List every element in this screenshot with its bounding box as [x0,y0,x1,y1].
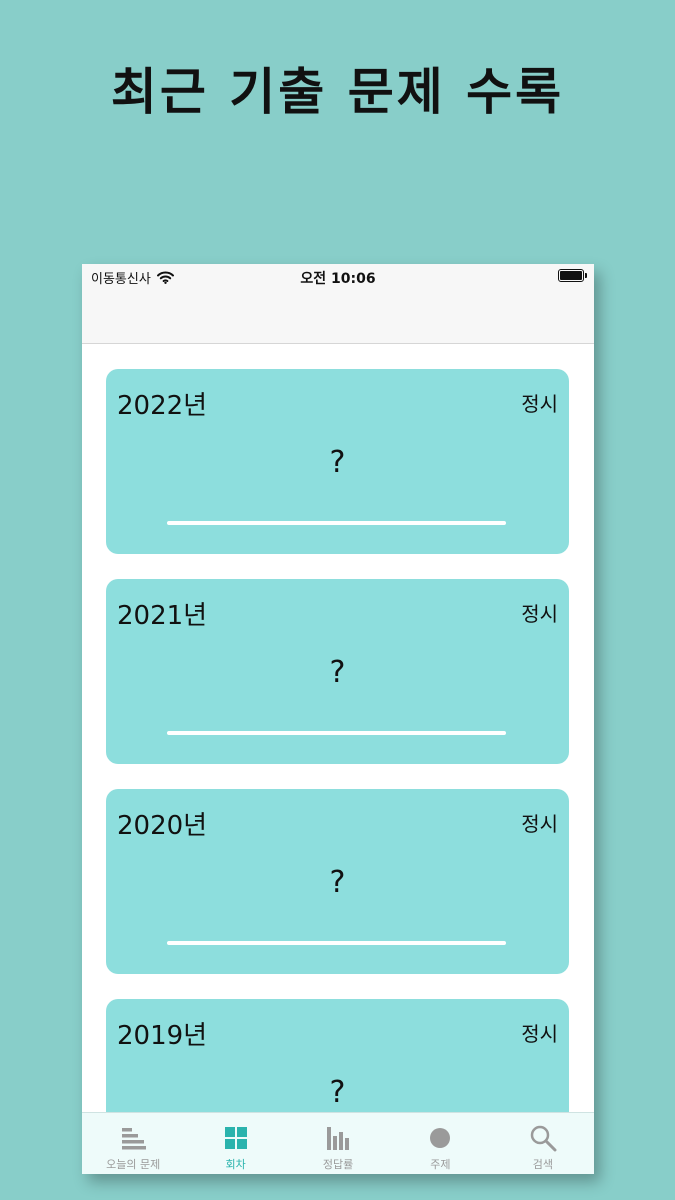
card-score: ? [329,655,346,690]
exam-card-2019[interactable]: 2019년 정시 ? [106,999,569,1112]
tab-today[interactable]: 오늘의 문제 [82,1113,184,1174]
tab-bar: 오늘의 문제 회차 정답률 주제 검색 [82,1112,594,1174]
bar-chart-icon [327,1127,350,1150]
status-time: 오전 10:06 [300,271,376,287]
tab-search[interactable]: 검색 [492,1113,594,1174]
tab-label: 주제 [430,1158,451,1171]
tab-accuracy[interactable]: 정답률 [287,1113,389,1174]
card-score: ? [329,865,346,900]
headline: 최근 기출 문제 수록 [110,63,565,121]
card-year: 2020년 [117,811,208,841]
progress-bar [167,941,506,945]
search-icon [530,1125,557,1152]
card-kind: 정시 [521,812,558,836]
exam-list[interactable]: 2022년 정시 ? 2021년 정시 ? 2020년 정시 ? 2019년 정… [82,345,594,1112]
list-icon [122,1128,147,1150]
card-kind: 정시 [521,392,558,416]
progress-bar [167,521,506,525]
tab-label: 회차 [225,1158,246,1171]
status-bar: 이동통신사 오전 10:06 [82,264,594,344]
tab-label: 오늘의 문제 [106,1158,161,1171]
tab-label: 정답률 [322,1158,354,1171]
grid-icon [224,1127,247,1149]
progress-bar [167,731,506,735]
phone-screen: 이동통신사 오전 10:06 2022년 정시 ? 2021년 정시 ? 202… [82,264,594,1174]
circle-icon [430,1128,451,1148]
exam-card-2022[interactable]: 2022년 정시 ? [106,369,569,554]
battery-icon [558,269,587,282]
exam-card-2020[interactable]: 2020년 정시 ? [106,789,569,974]
card-year: 2022년 [117,391,208,421]
tab-label: 검색 [532,1158,553,1171]
card-kind: 정시 [521,602,558,626]
card-year: 2019년 [117,1021,208,1051]
card-year: 2021년 [117,601,208,631]
exam-card-2021[interactable]: 2021년 정시 ? [106,579,569,764]
card-kind: 정시 [521,1022,558,1046]
tab-topics[interactable]: 주제 [389,1113,491,1174]
card-score: ? [329,445,346,480]
card-score: ? [329,1075,346,1110]
tab-rounds[interactable]: 회차 [184,1113,286,1174]
